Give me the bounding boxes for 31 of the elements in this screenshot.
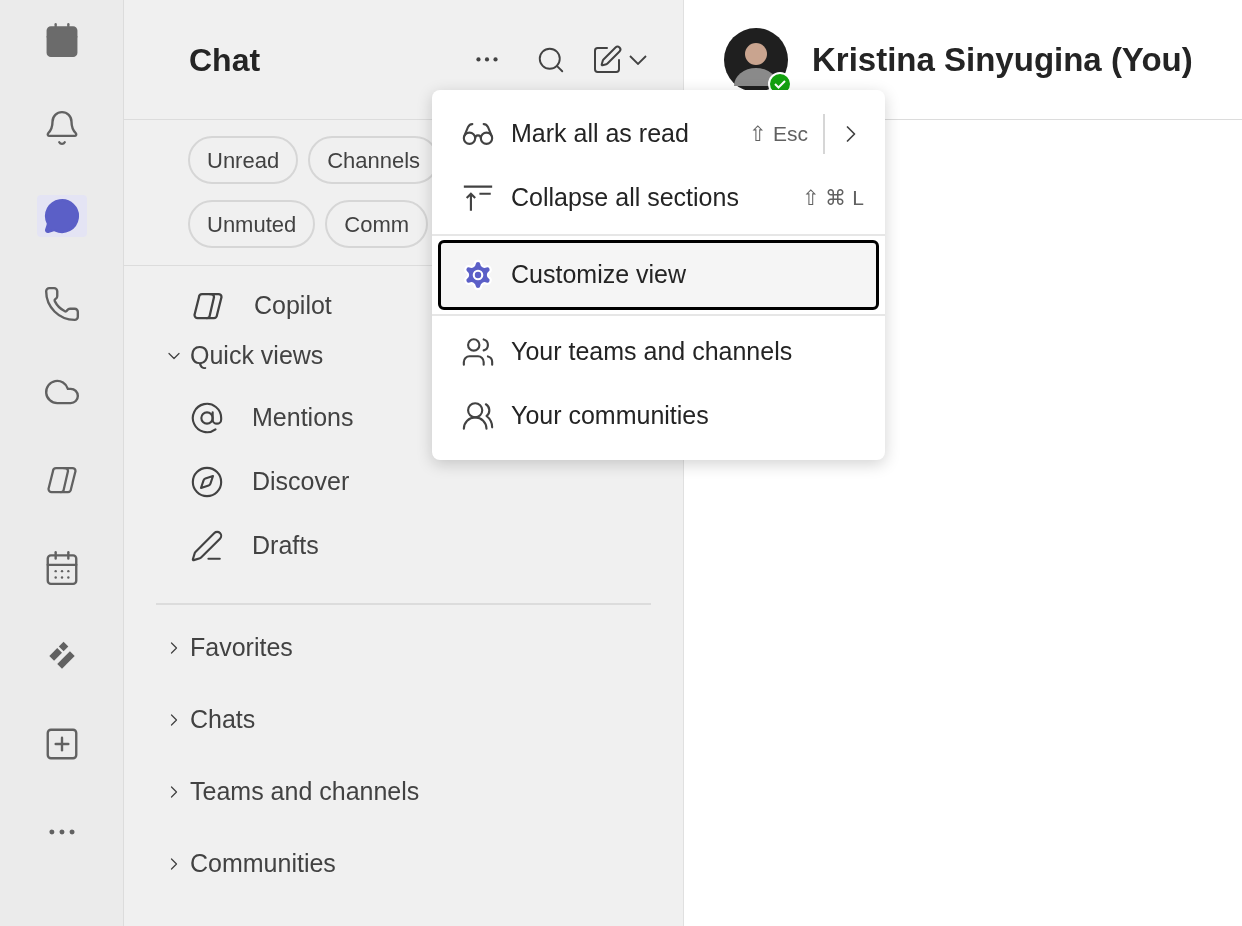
rail-button[interactable] [36, 195, 87, 237]
filter-chip[interactable]: Unmuted [188, 200, 316, 248]
panel-title: Chat [189, 40, 262, 80]
menu-item[interactable]: Collapse all sections ⇧ ⌘ L [438, 166, 879, 230]
people-icon [461, 399, 495, 433]
menu-item[interactable]: Mark all as read ⇧ Esc [438, 102, 823, 166]
menu-item[interactable]: Customize view [438, 240, 879, 310]
section-toggle[interactable]: Teams and channels [124, 756, 683, 828]
quick-view-item[interactable]: Discover [124, 450, 683, 514]
phone-icon [42, 285, 81, 323]
shortcut-text: ⇧ Esc [749, 121, 808, 148]
more-icon [48, 829, 75, 835]
menu-item[interactable]: Your communities [438, 384, 879, 448]
compose-icon [591, 43, 623, 76]
people-icon [461, 335, 495, 369]
chat-title: Kristina Sinyugina (You) [812, 39, 1193, 80]
avatar [724, 27, 788, 92]
pen-icon [190, 529, 224, 563]
at-sign-icon [190, 401, 224, 435]
quick-view-item[interactable]: Drafts [124, 514, 683, 578]
section-toggle[interactable]: Chats [124, 684, 683, 756]
compass-icon [190, 465, 224, 499]
filter-chip[interactable]: Unread [188, 136, 299, 184]
section-toggle[interactable]: Communities [124, 828, 683, 900]
chevron-down-icon [629, 54, 647, 65]
more-icon [476, 57, 498, 62]
section-toggle[interactable]: Favorites [124, 612, 683, 684]
filter-chip[interactable]: Comm [325, 200, 429, 248]
chat-icon [42, 197, 81, 235]
settings-icon [461, 258, 495, 292]
shortcut-text: ⇧ ⌘ L [801, 185, 864, 212]
